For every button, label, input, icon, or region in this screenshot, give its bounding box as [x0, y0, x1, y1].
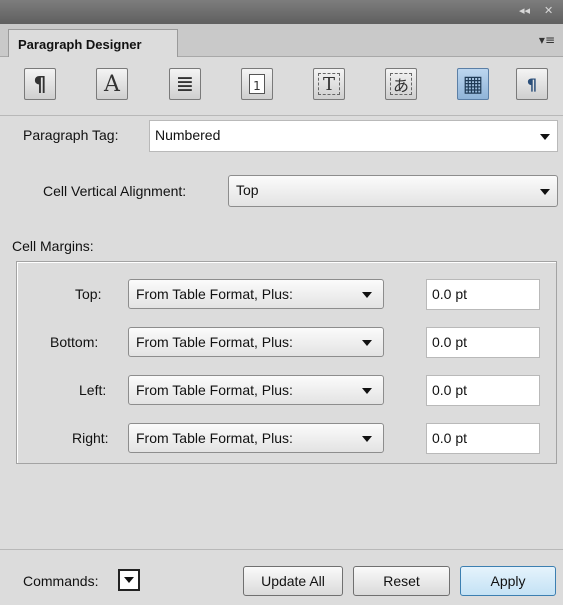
- numbering-button[interactable]: 1: [241, 68, 273, 100]
- chevron-down-icon: [124, 577, 134, 583]
- chevron-down-icon[interactable]: [540, 134, 550, 140]
- pagination-button[interactable]: ≣: [169, 68, 201, 100]
- cell-vertical-alignment-label: Cell Vertical Alignment:: [43, 183, 187, 199]
- paragraph-tag-value: Numbered: [155, 127, 221, 143]
- asian-button[interactable]: あ: [385, 68, 417, 100]
- margin-top-input[interactable]: 0.0 pt: [426, 279, 540, 310]
- margin-right-label: Right:: [72, 430, 109, 446]
- default-font-button[interactable]: A: [96, 68, 128, 100]
- tab-bar: Paragraph Designer ▾≡: [0, 24, 563, 58]
- table-cell-button[interactable]: ▦: [457, 68, 489, 100]
- chevron-down-icon: [362, 292, 372, 298]
- margin-bottom-input[interactable]: 0.0 pt: [426, 327, 540, 358]
- footer-divider: [0, 549, 563, 550]
- margin-top-value: 0.0 pt: [432, 286, 468, 302]
- numbering-icon: 1: [249, 74, 265, 94]
- chevron-down-icon: [362, 388, 372, 394]
- update-all-button[interactable]: Update All: [243, 566, 343, 596]
- cell-vertical-alignment-select[interactable]: Top: [228, 175, 558, 207]
- chevron-down-icon: [362, 436, 372, 442]
- margin-left-mode-value: From Table Format, Plus:: [136, 382, 293, 398]
- cell-vertical-alignment-value: Top: [236, 182, 259, 198]
- margin-left-label: Left:: [79, 382, 107, 398]
- margin-top-label: Top:: [75, 286, 102, 302]
- chevron-down-icon: [540, 189, 550, 195]
- paragraph-tag-combobox[interactable]: Numbered: [149, 120, 558, 152]
- collapse-icon[interactable]: ◂◂: [519, 4, 530, 17]
- panel-title-bar: ◂◂ ✕: [0, 0, 563, 24]
- cell-margins-label: Cell Margins:: [12, 238, 94, 254]
- paragraph-tag-label: Paragraph Tag:: [23, 127, 119, 143]
- cell-margins-group: Top: From Table Format, Plus: 0.0 pt Bot…: [16, 261, 557, 464]
- default-font-icon: A: [104, 71, 120, 97]
- commands-label: Commands:: [23, 573, 99, 589]
- panel-menu-icon[interactable]: ▾≡: [539, 33, 555, 47]
- commands-menu-button[interactable]: [118, 569, 140, 591]
- basic-properties-button[interactable]: ¶: [24, 68, 56, 100]
- direction-icon: ¶: [526, 74, 538, 94]
- advanced-button[interactable]: T: [313, 68, 345, 100]
- close-icon[interactable]: ✕: [544, 4, 553, 17]
- margin-bottom-value: 0.0 pt: [432, 334, 468, 350]
- paragraph-designer-panel: ¶ A ≣ 1 T あ ▦ ¶ Paragraph Tag: Numbered …: [0, 57, 563, 605]
- margin-right-input[interactable]: 0.0 pt: [426, 423, 540, 454]
- tab-paragraph-designer[interactable]: Paragraph Designer: [8, 29, 178, 58]
- table-cell-icon: ▦: [462, 71, 484, 97]
- asian-icon: あ: [390, 73, 412, 95]
- margin-top-mode-value: From Table Format, Plus:: [136, 286, 293, 302]
- margin-left-value: 0.0 pt: [432, 382, 468, 398]
- direction-button[interactable]: ¶: [516, 68, 548, 100]
- reset-button[interactable]: Reset: [353, 566, 450, 596]
- toolbar-divider: [0, 115, 563, 116]
- margin-right-value: 0.0 pt: [432, 430, 468, 446]
- basic-properties-icon: ¶: [33, 72, 47, 96]
- margin-bottom-label: Bottom:: [50, 334, 99, 350]
- property-group-toolbar: ¶ A ≣ 1 T あ ▦ ¶: [0, 68, 563, 108]
- pagination-icon: ≣: [175, 71, 195, 97]
- apply-button[interactable]: Apply: [460, 566, 556, 596]
- advanced-icon: T: [318, 73, 340, 95]
- margin-right-mode-value: From Table Format, Plus:: [136, 430, 293, 446]
- margin-left-input[interactable]: 0.0 pt: [426, 375, 540, 406]
- chevron-down-icon: [362, 340, 372, 346]
- margin-top-mode-select[interactable]: From Table Format, Plus:: [128, 279, 384, 309]
- margin-right-mode-select[interactable]: From Table Format, Plus:: [128, 423, 384, 453]
- margin-bottom-mode-value: From Table Format, Plus:: [136, 334, 293, 350]
- margin-left-mode-select[interactable]: From Table Format, Plus:: [128, 375, 384, 405]
- margin-bottom-mode-select[interactable]: From Table Format, Plus:: [128, 327, 384, 357]
